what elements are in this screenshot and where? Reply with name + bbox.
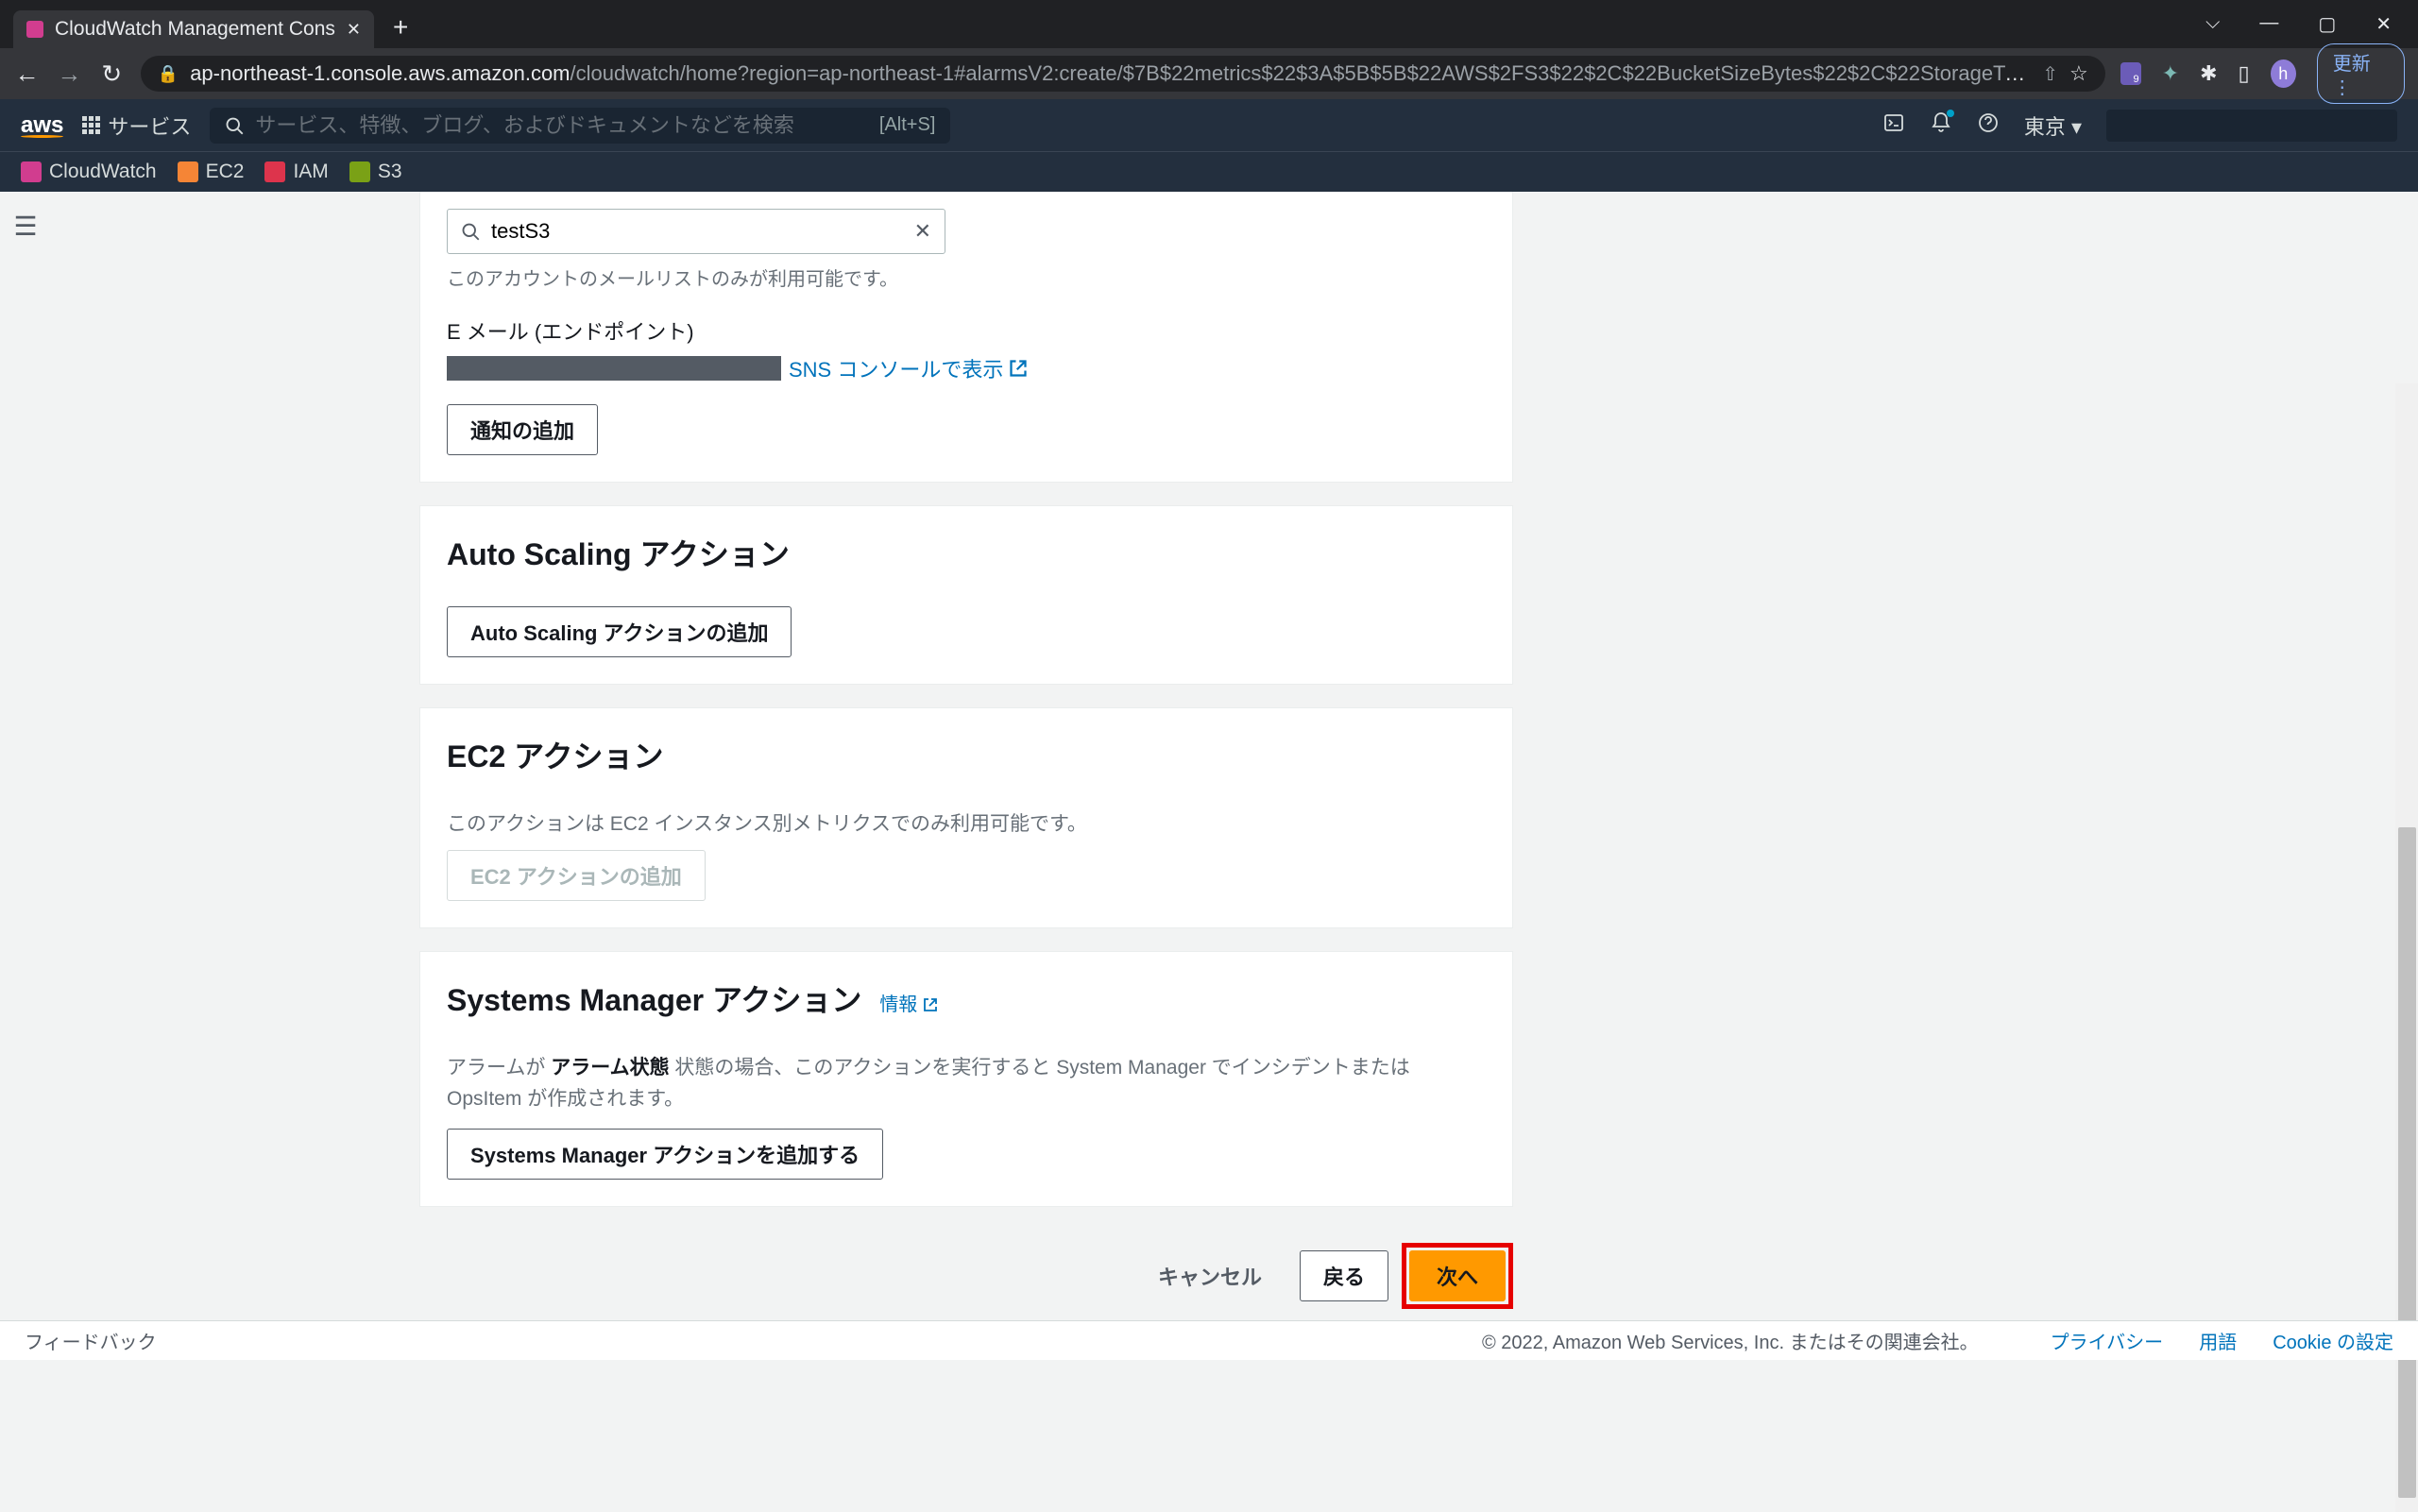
ssm-action-title: Systems Manager アクション 情報: [447, 977, 1486, 1020]
favorite-service-iam[interactable]: IAM: [264, 161, 328, 183]
ec2-action-panel: EC2 アクション このアクションは EC2 インスタンス別メトリクスでのみ利用…: [419, 707, 1513, 928]
endpoint-label: E メール (エンドポイント): [447, 315, 1486, 346]
window-dropdown-icon[interactable]: ⌵: [2205, 12, 2220, 36]
search-icon: [461, 222, 480, 241]
ssm-action-description: アラームが アラーム状態 状態の場合、このアクションを実行すると System …: [447, 1052, 1486, 1115]
external-link-icon: [1009, 359, 1028, 378]
tab-close-icon[interactable]: ✕: [347, 20, 361, 40]
window-controls: ⌵ — ▢ ✕: [2205, 12, 2418, 36]
tab-title: CloudWatch Management Cons: [55, 18, 335, 41]
services-menu-button[interactable]: サービス: [82, 110, 191, 141]
favorite-service-cloudwatch[interactable]: CloudWatch: [21, 161, 157, 183]
cookie-settings-link[interactable]: Cookie の設定: [2273, 1327, 2393, 1354]
aws-footer: フィードバック © 2022, Amazon Web Services, Inc…: [0, 1320, 2418, 1360]
favorite-service-ec2[interactable]: EC2: [178, 161, 245, 183]
search-icon: [225, 116, 244, 135]
autoscaling-title: Auto Scaling アクション: [447, 531, 1486, 574]
aws-global-header: aws サービス [Alt+S] 東京 ▾: [0, 99, 2418, 151]
cloudshell-icon[interactable]: [1882, 111, 1905, 140]
next-button[interactable]: 次へ: [1409, 1250, 1506, 1301]
topic-help-text: このアカウントのメールリストのみが利用可能です。: [447, 263, 1486, 291]
browser-update-button[interactable]: 更新 ⋮: [2317, 43, 2405, 104]
search-shortcut: [Alt+S]: [879, 114, 935, 136]
grid-icon: [82, 116, 100, 134]
clear-search-icon[interactable]: ✕: [914, 219, 931, 244]
sns-topic-search-input[interactable]: [491, 219, 903, 244]
nav-back-icon[interactable]: ←: [13, 59, 41, 89]
cancel-button[interactable]: キャンセル: [1135, 1251, 1285, 1300]
tab-favicon: [26, 21, 43, 38]
ec2-action-title: EC2 アクション: [447, 733, 1486, 776]
privacy-link[interactable]: プライバシー: [2051, 1327, 2164, 1354]
add-ec2-action-button: EC2 アクションの追加: [447, 850, 706, 901]
favorite-service-s3[interactable]: S3: [349, 161, 402, 183]
bookmark-icon[interactable]: ☆: [2069, 61, 2088, 86]
extensions-puzzle-icon[interactable]: ✱: [2200, 61, 2217, 86]
feedback-link[interactable]: フィードバック: [25, 1327, 157, 1354]
ssm-info-link[interactable]: 情報: [879, 994, 938, 1015]
url-text: ap-northeast-1.console.aws.amazon.com/cl…: [190, 61, 2031, 86]
notification-panel: ✕ このアカウントのメールリストのみが利用可能です。 E メール (エンドポイン…: [419, 192, 1513, 483]
help-icon[interactable]: [1977, 111, 2000, 140]
ssm-action-panel: Systems Manager アクション 情報 アラームが アラーム状態 状態…: [419, 951, 1513, 1207]
highlight-annotation: 次へ: [1402, 1243, 1513, 1309]
extension-badge[interactable]: [2120, 62, 2141, 85]
ec2-action-description: このアクションは EC2 インスタンス別メトリクスでのみ利用可能です。: [447, 808, 1486, 841]
endpoint-value-redacted: [447, 356, 781, 381]
aws-search-input[interactable]: [255, 113, 868, 138]
nav-reload-icon[interactable]: ↻: [98, 59, 126, 89]
sns-console-link[interactable]: SNS コンソールで表示: [789, 353, 1028, 383]
back-button[interactable]: 戻る: [1300, 1250, 1388, 1301]
browser-toolbar: ← → ↻ 🔒 ap-northeast-1.console.aws.amazo…: [0, 48, 2418, 99]
aws-logo[interactable]: aws: [21, 112, 63, 138]
window-maximize-icon[interactable]: ▢: [2318, 12, 2336, 36]
sidebar-toggle-icon[interactable]: ☰: [13, 211, 37, 242]
account-menu[interactable]: [2106, 110, 2397, 142]
aws-service-favorites-bar: CloudWatch EC2 IAM S3: [0, 151, 2418, 192]
copyright-text: © 2022, Amazon Web Services, Inc. またはその関…: [1482, 1327, 1979, 1354]
add-autoscaling-action-button[interactable]: Auto Scaling アクションの追加: [447, 606, 792, 657]
side-panel-icon[interactable]: ▯: [2239, 61, 2250, 86]
url-bar[interactable]: 🔒 ap-northeast-1.console.aws.amazon.com/…: [141, 56, 2105, 92]
profile-avatar[interactable]: h: [2271, 59, 2296, 88]
browser-tab-strip: CloudWatch Management Cons ✕ + ⌵ — ▢ ✕: [0, 0, 2418, 48]
new-tab-button[interactable]: +: [393, 12, 408, 42]
add-notification-button[interactable]: 通知の追加: [447, 404, 598, 455]
add-ssm-action-button[interactable]: Systems Manager アクションを追加する: [447, 1129, 883, 1180]
autoscaling-panel: Auto Scaling アクション Auto Scaling アクションの追加: [419, 505, 1513, 685]
lock-icon: 🔒: [158, 64, 179, 84]
terms-link[interactable]: 用語: [2199, 1327, 2237, 1354]
sns-topic-search[interactable]: ✕: [447, 209, 945, 254]
aws-search[interactable]: [Alt+S]: [210, 108, 950, 144]
scrollbar-thumb[interactable]: [2398, 827, 2416, 1498]
window-close-icon[interactable]: ✕: [2375, 12, 2392, 36]
nav-forward-icon[interactable]: →: [56, 59, 83, 89]
region-selector[interactable]: 東京 ▾: [2024, 110, 2082, 141]
notifications-bell-icon[interactable]: [1930, 111, 1952, 140]
browser-tab[interactable]: CloudWatch Management Cons ✕: [13, 10, 374, 48]
extension-icon[interactable]: ✦: [2162, 61, 2179, 86]
share-icon[interactable]: ⇧: [2042, 62, 2058, 86]
window-minimize-icon[interactable]: —: [2259, 12, 2278, 36]
